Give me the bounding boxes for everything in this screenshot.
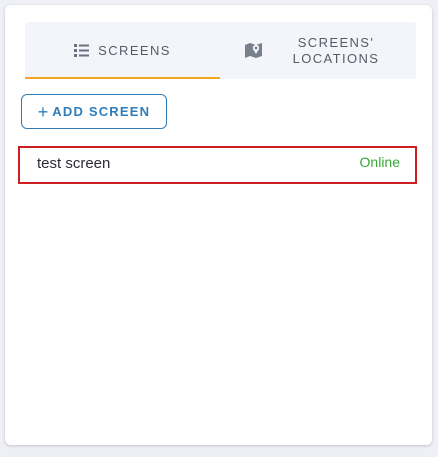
screens-panel: SCREENS SCREENS' LOCATIONS + ADD SCREEN … [5, 5, 432, 445]
map-icon [244, 42, 263, 59]
tab-screens-locations[interactable]: SCREENS' LOCATIONS [220, 22, 415, 79]
add-screen-button[interactable]: + ADD SCREEN [21, 94, 167, 129]
tab-bar: SCREENS SCREENS' LOCATIONS [25, 22, 416, 79]
add-screen-label: ADD SCREEN [52, 104, 151, 119]
tab-screens[interactable]: SCREENS [25, 22, 220, 79]
screen-name: test screen [37, 155, 111, 172]
tab-screens-label: SCREENS [98, 42, 171, 58]
screen-list-item[interactable]: test screen Online [18, 146, 417, 184]
list-icon [74, 44, 90, 57]
tab-screens-locations-label: SCREENS' LOCATIONS [292, 34, 380, 66]
status-badge: Online [359, 154, 400, 170]
plus-icon: + [37, 101, 49, 122]
